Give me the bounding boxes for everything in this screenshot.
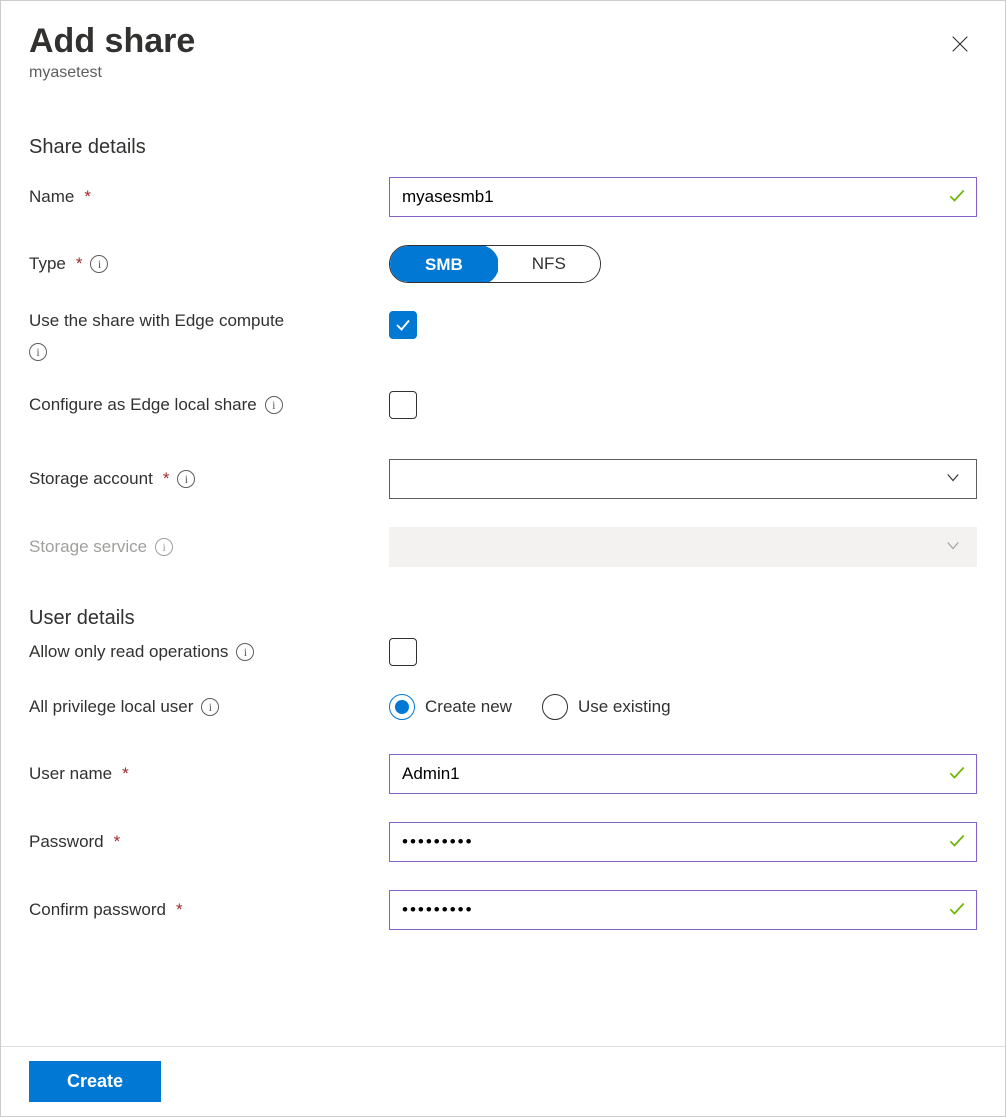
page-subtitle: myasetest xyxy=(29,64,195,82)
row-privilege-user: All privilege local user i Create new Us… xyxy=(29,694,977,720)
share-details-heading: Share details xyxy=(29,136,977,159)
row-confirm-password: Confirm password * xyxy=(29,890,977,930)
radio-create-new[interactable]: Create new xyxy=(389,694,512,720)
type-smb-button[interactable]: SMB xyxy=(389,245,499,283)
required-mark: * xyxy=(84,187,91,207)
close-button[interactable] xyxy=(943,27,977,64)
label-edge-local: Configure as Edge local share i xyxy=(29,395,389,415)
add-share-panel: Add share myasetest Share details Name * xyxy=(0,0,1006,1117)
radio-label-use-existing: Use existing xyxy=(578,697,671,717)
control-read-only xyxy=(389,638,977,666)
user-name-input[interactable] xyxy=(389,754,977,794)
row-name: Name * xyxy=(29,177,977,217)
row-edge-local: Configure as Edge local share i xyxy=(29,391,977,419)
control-password xyxy=(389,822,977,862)
info-icon[interactable]: i xyxy=(201,698,219,716)
header-row: Add share myasetest xyxy=(29,21,977,82)
label-storage-service: Storage service i xyxy=(29,537,389,557)
info-icon[interactable]: i xyxy=(155,538,173,556)
input-wrap-name xyxy=(389,177,977,217)
row-user-name: User name * xyxy=(29,754,977,794)
input-wrap-password xyxy=(389,822,977,862)
control-type: SMB NFS xyxy=(389,245,977,283)
row-type: Type * i SMB NFS xyxy=(29,245,977,283)
label-password: Password * xyxy=(29,832,389,852)
label-confirm-password: Confirm password * xyxy=(29,900,389,920)
required-mark: * xyxy=(176,900,183,920)
required-mark: * xyxy=(76,254,83,274)
page-title: Add share xyxy=(29,21,195,62)
control-storage-account xyxy=(389,459,977,499)
row-read-only: Allow only read operations i xyxy=(29,638,977,666)
row-password: Password * xyxy=(29,822,977,862)
label-text-storage-service: Storage service xyxy=(29,537,147,557)
control-edge-local xyxy=(389,391,977,419)
radio-use-existing[interactable]: Use existing xyxy=(542,694,671,720)
label-read-only: Allow only read operations i xyxy=(29,642,389,662)
edge-local-checkbox[interactable] xyxy=(389,391,417,419)
row-edge-compute: Use the share with Edge compute i xyxy=(29,311,977,363)
control-confirm-password xyxy=(389,890,977,930)
control-user-name xyxy=(389,754,977,794)
read-only-checkbox[interactable] xyxy=(389,638,417,666)
control-privilege-user: Create new Use existing xyxy=(389,694,977,720)
label-text-name: Name xyxy=(29,187,74,207)
required-mark: * xyxy=(114,832,121,852)
label-text-type: Type xyxy=(29,254,66,274)
storage-service-dropdown xyxy=(389,527,977,567)
label-privilege-user: All privilege local user i xyxy=(29,697,389,717)
footer: Create xyxy=(1,1046,1005,1116)
header-text: Add share myasetest xyxy=(29,21,195,82)
label-type: Type * i xyxy=(29,254,389,274)
label-storage-account: Storage account * i xyxy=(29,469,389,489)
label-text-user-name: User name xyxy=(29,764,112,784)
info-icon[interactable]: i xyxy=(265,396,283,414)
radio-icon xyxy=(389,694,415,720)
control-edge-compute xyxy=(389,311,977,339)
control-storage-service xyxy=(389,527,977,567)
label-text-privilege-user: All privilege local user xyxy=(29,697,193,717)
required-mark: * xyxy=(122,764,129,784)
label-text-confirm-password: Confirm password xyxy=(29,900,166,920)
required-mark: * xyxy=(163,469,170,489)
type-nfs-button[interactable]: NFS xyxy=(498,246,600,282)
info-icon[interactable]: i xyxy=(236,643,254,661)
radio-label-create-new: Create new xyxy=(425,697,512,717)
label-text-storage-account: Storage account xyxy=(29,469,153,489)
input-wrap-user-name xyxy=(389,754,977,794)
close-icon xyxy=(949,33,971,55)
label-text-read-only: Allow only read operations xyxy=(29,642,228,662)
storage-account-dropdown[interactable] xyxy=(389,459,977,499)
radio-icon xyxy=(542,694,568,720)
type-segmented: SMB NFS xyxy=(389,245,601,283)
chevron-down-icon xyxy=(944,468,962,489)
control-name xyxy=(389,177,977,217)
info-icon[interactable]: i xyxy=(90,255,108,273)
confirm-password-input[interactable] xyxy=(389,890,977,930)
row-storage-service: Storage service i xyxy=(29,527,977,567)
password-input[interactable] xyxy=(389,822,977,862)
label-text-edge-compute: Use the share with Edge compute xyxy=(29,311,284,330)
label-name: Name * xyxy=(29,187,389,207)
label-edge-compute: Use the share with Edge compute i xyxy=(29,311,389,361)
panel-body: Add share myasetest Share details Name * xyxy=(1,1,1005,1046)
label-user-name: User name * xyxy=(29,764,389,784)
row-storage-account: Storage account * i xyxy=(29,459,977,499)
label-text-edge-local: Configure as Edge local share xyxy=(29,395,257,415)
label-text-password: Password xyxy=(29,832,104,852)
name-input[interactable] xyxy=(389,177,977,217)
privilege-radio-group: Create new Use existing xyxy=(389,694,671,720)
chevron-down-icon xyxy=(944,536,962,557)
info-icon[interactable]: i xyxy=(177,470,195,488)
edge-compute-checkbox[interactable] xyxy=(389,311,417,339)
user-details-heading: User details xyxy=(29,607,977,630)
info-icon[interactable]: i xyxy=(29,343,47,361)
create-button[interactable]: Create xyxy=(29,1061,161,1102)
input-wrap-confirm-password xyxy=(389,890,977,930)
